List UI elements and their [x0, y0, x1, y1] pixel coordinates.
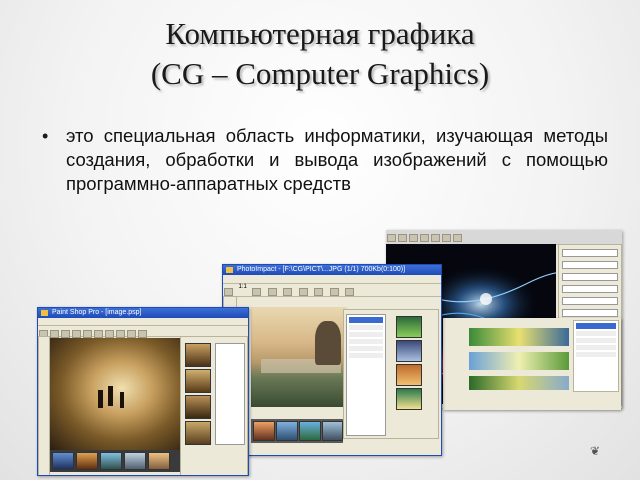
landscape-photo — [251, 307, 347, 407]
zoom-value: 1:1 — [238, 284, 247, 290]
tool-button[interactable] — [224, 288, 233, 296]
photoimpact-toolbar: 1:1 — [223, 284, 441, 297]
gradient-strip-1 — [469, 328, 569, 346]
tool-button[interactable] — [298, 288, 308, 296]
photoimpact-browser-panel — [343, 309, 439, 439]
preset-thumb[interactable] — [396, 316, 422, 338]
gradient-strip-3 — [469, 376, 569, 390]
slide-title-line-1: Компьютерная графика — [165, 16, 475, 51]
fleur-icon: ❦ — [590, 444, 601, 458]
film-thumb[interactable] — [124, 452, 146, 470]
bullet-dot-icon: • — [42, 126, 49, 146]
sepia-street-image — [50, 338, 180, 450]
film-thumb[interactable] — [148, 452, 170, 470]
paintshop-window-title: Paint Shop Pro - [image.psp] — [52, 309, 142, 316]
bullet-list: • это специальная область информатики, и… — [38, 124, 608, 196]
film-thumb[interactable] — [322, 421, 343, 441]
photoimpact-menubar — [223, 275, 441, 284]
film-thumb[interactable] — [76, 452, 98, 470]
gradient-strip-2 — [469, 352, 569, 370]
photoimpact-window-title: PhotoImpact - [F:\CG\PICT\...JPG (1/1) 7… — [237, 266, 406, 273]
gradient-list-panel — [573, 320, 619, 392]
paintshop-property-panel — [180, 336, 248, 475]
film-thumb[interactable] — [100, 452, 122, 470]
bullet-item: • это специальная область информатики, и… — [38, 124, 608, 196]
bullet-text: это специальная область информатики, изу… — [66, 125, 608, 194]
slide-title-line-2: (CG – Computer Graphics) — [150, 56, 490, 91]
gradient-editor-screenshot — [443, 318, 621, 410]
film-thumb[interactable] — [299, 421, 321, 441]
slide-title: Компьютерная графика (CG – Computer Grap… — [0, 14, 640, 94]
paintshop-filmstrip — [50, 450, 180, 472]
paintshop-screenshot: Paint Shop Pro - [image.psp] — [37, 307, 249, 476]
paintshop-titlebar: Paint Shop Pro - [image.psp] — [38, 308, 248, 318]
preset-thumb[interactable] — [396, 364, 422, 386]
tool-button[interactable] — [283, 288, 293, 296]
photoimpact-screenshot: PhotoImpact - [F:\CG\PICT\...JPG (1/1) 7… — [222, 264, 442, 456]
app-icon — [41, 310, 48, 316]
tool-button[interactable] — [344, 288, 354, 296]
tool-button[interactable] — [314, 288, 324, 296]
preset-thumb[interactable] — [396, 340, 422, 362]
paintshop-tool-strip — [38, 336, 50, 475]
tool-button[interactable] — [329, 288, 339, 296]
film-thumb[interactable] — [52, 452, 74, 470]
tool-button[interactable] — [252, 288, 262, 296]
paintshop-menubar — [38, 318, 248, 326]
app-icon — [226, 267, 233, 273]
photoimpact-filmstrip — [251, 419, 343, 443]
tool-button[interactable] — [267, 288, 277, 296]
film-thumb[interactable] — [253, 421, 275, 441]
preset-thumb[interactable] — [396, 388, 422, 410]
photoimpact-titlebar: PhotoImpact - [F:\CG\PICT\...JPG (1/1) 7… — [223, 265, 441, 275]
film-thumb[interactable] — [276, 421, 298, 441]
fractal-toolbar — [386, 230, 622, 245]
